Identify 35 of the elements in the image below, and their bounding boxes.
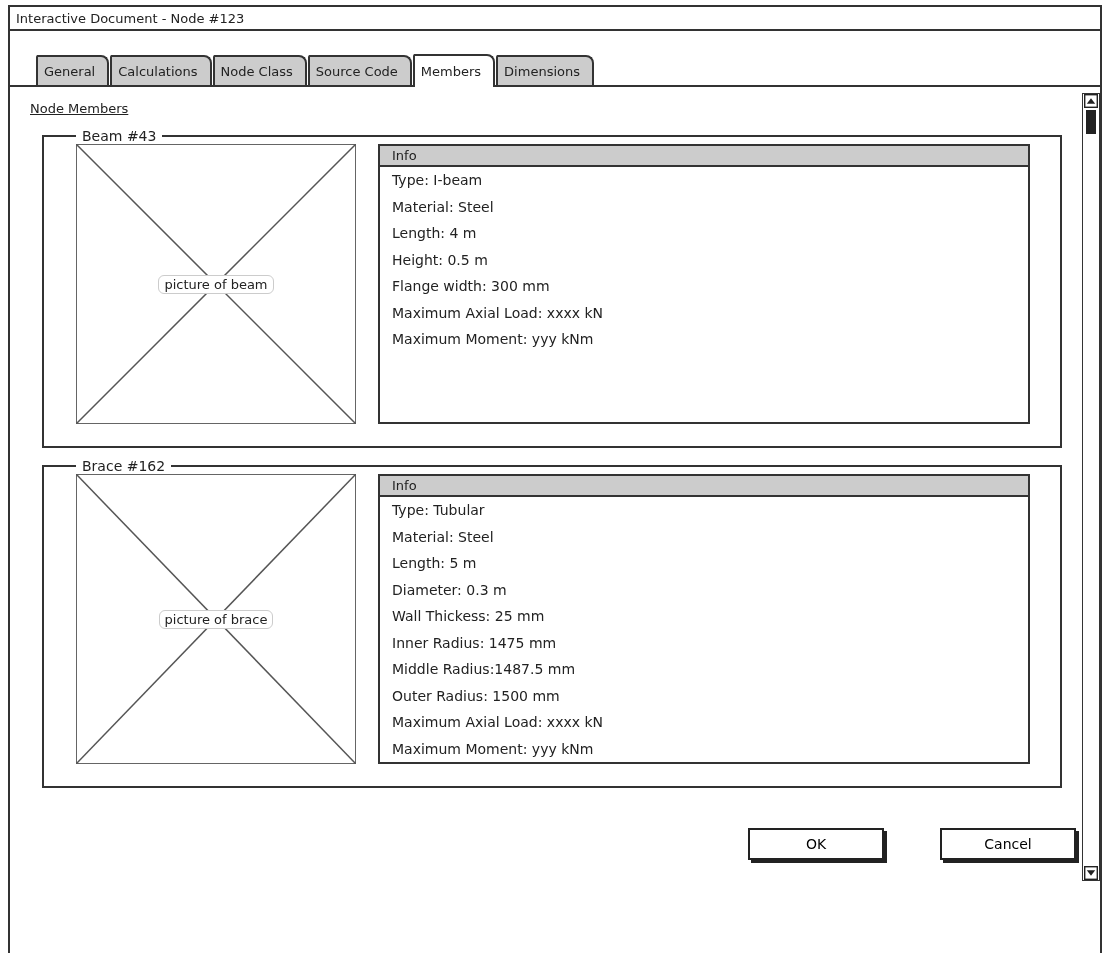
dialog-button[interactable]: Cancel [940,828,1076,860]
info-line: Middle Radius:1487.5 mm [391,660,577,679]
info-line: Maximum Axial Load: xxxx kN [391,713,605,732]
info-line: Inner Radius: 1475 mm [391,633,558,653]
info-line: Maximum Moment: yyy kNm [391,739,595,759]
info-line: Outer Radius: 1500 mm [391,686,561,706]
group-title: Beam #43 [81,128,158,144]
scrollbar[interactable] [1082,93,1100,881]
tab[interactable]: Calculations [110,55,212,85]
info-line: Diameter: 0.3 m [391,580,508,600]
info-line: Height: 0.5 m [391,250,489,270]
group-title: Brace #162 [81,458,167,474]
info-line: Material: Steel [391,527,495,547]
scroll-up-icon[interactable] [1084,94,1098,108]
scroll-down-icon[interactable] [1084,866,1098,880]
info-line: Material: Steel [391,197,495,217]
info-line: Maximum Axial Load: xxxx kN [391,303,605,323]
tab[interactable]: Source Code [307,55,412,85]
tab[interactable]: Dimensions [496,55,594,85]
tab[interactable]: Members [412,54,496,87]
scroll-thumb[interactable] [1086,110,1096,134]
info-line: Maximum Moment: yyy kNm [391,330,595,349]
node-members-link[interactable]: Node Members [30,101,129,116]
info-header: Info [380,146,1028,167]
dialog-button[interactable]: OK [748,828,884,860]
tab[interactable]: Node Class [212,55,307,85]
info-line: Type: Tubular [391,501,486,520]
info-line: Wall Thickess: 25 mm [391,607,546,626]
info-line: Flange width: 300 mm [391,277,551,296]
info-line: Type: I-beam [391,171,484,190]
window-title: Interactive Document - Node #123 [16,10,245,26]
info-header: Info [380,476,1028,497]
info-line: Length: 4 m [391,224,478,243]
info-line: Length: 5 m [391,554,478,573]
tab[interactable]: General [36,55,110,85]
